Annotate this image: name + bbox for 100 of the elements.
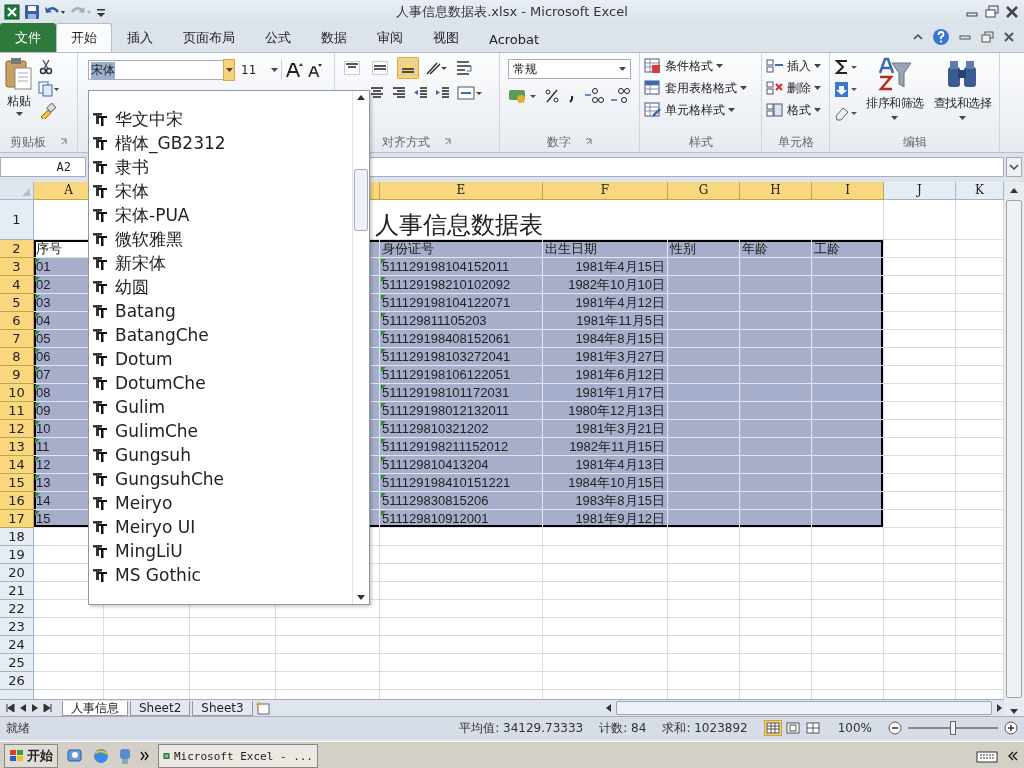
view-button[interactable] — [783, 720, 802, 736]
cell-command-button[interactable]: 删除 — [766, 79, 825, 97]
font-list-item[interactable]: Gulim — [89, 395, 352, 419]
restore-icon[interactable] — [984, 5, 1000, 19]
keyboard-icon[interactable] — [976, 748, 998, 764]
font-list-item[interactable]: Meiryo — [89, 491, 352, 515]
font-list-item[interactable]: Batang — [89, 299, 352, 323]
font-dropdown-button[interactable] — [223, 59, 235, 81]
style-command-button[interactable]: 套用表格格式 — [644, 79, 757, 97]
taskbar-window-button[interactable]: Microsoft Excel - ... — [158, 744, 318, 768]
scroll-left-icon[interactable] — [604, 702, 614, 714]
column-header[interactable]: J — [884, 182, 956, 200]
column-header[interactable]: H — [740, 182, 812, 200]
fill-down-icon[interactable] — [834, 81, 860, 99]
column-header[interactable]: K — [956, 182, 1004, 200]
merge-cells-icon[interactable] — [457, 85, 483, 101]
row-header[interactable]: 16 — [0, 492, 34, 510]
dialog-launcher-icon[interactable] — [444, 138, 452, 146]
font-list-item[interactable]: Gungsuh — [89, 443, 352, 467]
row-header[interactable]: 14 — [0, 456, 34, 474]
sum-icon[interactable] — [834, 59, 860, 75]
view-button[interactable] — [803, 720, 822, 736]
view-button[interactable] — [763, 720, 782, 736]
row-header[interactable]: 24 — [0, 636, 34, 654]
row-header[interactable]: 21 — [0, 582, 34, 600]
sheet-tab[interactable]: Sheet2 — [130, 700, 191, 716]
first-sheet-icon[interactable] — [4, 702, 16, 714]
grow-font-icon[interactable] — [285, 62, 303, 78]
row-header[interactable]: 17 — [0, 510, 34, 528]
decrease-decimal-icon[interactable] — [610, 87, 630, 105]
ribbon-tab[interactable]: 数据 — [306, 23, 362, 52]
row-header[interactable]: 8 — [0, 348, 34, 366]
font-list-item[interactable]: 华文中宋 — [89, 107, 352, 131]
font-list-item[interactable]: 隶书 — [89, 155, 352, 179]
center-align-icon[interactable] — [369, 86, 385, 100]
file-tab[interactable]: 文件 — [0, 23, 56, 52]
ribbon-tab[interactable]: 开始 — [56, 23, 112, 52]
row-header[interactable]: 10 — [0, 384, 34, 402]
row-header[interactable]: 2 — [0, 240, 34, 258]
paste-icon[interactable] — [4, 57, 34, 91]
scroll-up-icon[interactable] — [355, 93, 367, 103]
last-sheet-icon[interactable] — [42, 702, 54, 714]
row-header[interactable]: 12 — [0, 420, 34, 438]
zoom-slider-thumb[interactable] — [950, 721, 956, 735]
excel-logo-icon[interactable] — [4, 4, 20, 20]
font-list-item[interactable]: 宋体-PUA — [89, 203, 352, 227]
row-header[interactable]: 5 — [0, 294, 34, 312]
decrease-indent-icon[interactable] — [413, 86, 429, 100]
zoom-level[interactable]: 100% — [837, 721, 872, 735]
increase-indent-icon[interactable] — [435, 86, 451, 100]
sheet-tab[interactable]: Sheet3 — [192, 700, 253, 716]
ribbon-tab[interactable]: 审阅 — [362, 23, 418, 52]
font-list-item[interactable]: 微软雅黑 — [89, 227, 352, 251]
next-sheet-icon[interactable] — [30, 702, 40, 714]
row-header[interactable]: 7 — [0, 330, 34, 348]
ribbon-tab[interactable]: 公式 — [250, 23, 306, 52]
scroll-thumb[interactable] — [1006, 200, 1022, 698]
close-icon[interactable] — [1004, 5, 1020, 19]
sheet-tab[interactable]: 人事信息 — [62, 700, 128, 716]
ribbon-tab[interactable]: 页面布局 — [168, 23, 250, 52]
vertical-align-button[interactable] — [397, 57, 419, 79]
expand-formula-icon[interactable] — [1006, 157, 1022, 177]
zoom-out-icon[interactable] — [888, 721, 902, 735]
row-header[interactable]: 13 — [0, 438, 34, 456]
scroll-up-icon[interactable] — [1008, 186, 1020, 196]
row-header[interactable]: 19 — [0, 546, 34, 564]
save-icon[interactable] — [24, 4, 40, 20]
row-header[interactable]: 15 — [0, 474, 34, 492]
restore-icon[interactable] — [980, 31, 994, 43]
ribbon-tab[interactable]: 插入 — [112, 23, 168, 52]
format-painter-icon[interactable] — [38, 103, 56, 119]
column-header[interactable]: F — [543, 182, 668, 200]
percent-icon[interactable] — [544, 88, 560, 104]
row-header[interactable]: 6 — [0, 312, 34, 330]
row-header[interactable]: 4 — [0, 276, 34, 294]
font-list-item[interactable]: Dotum — [89, 347, 352, 371]
cell-command-button[interactable]: 插入 — [766, 57, 825, 75]
font-name-field[interactable]: 宋体 — [88, 60, 224, 80]
name-box[interactable]: A2 — [0, 157, 86, 177]
scroll-thumb[interactable] — [354, 169, 368, 231]
number-format-dropdown[interactable]: 常规 — [508, 59, 631, 79]
row-header[interactable]: 20 — [0, 564, 34, 582]
scissors-icon[interactable] — [38, 59, 54, 75]
font-list-item[interactable]: MS Gothic — [89, 563, 352, 587]
column-header[interactable]: E — [380, 182, 543, 200]
text-orientation-icon[interactable] — [425, 60, 449, 76]
wrap-text-icon[interactable] — [455, 59, 473, 77]
font-list-item[interactable]: GungsuhChe — [89, 467, 352, 491]
dialog-launcher-icon[interactable] — [59, 138, 68, 146]
font-list-item[interactable]: DotumChe — [89, 371, 352, 395]
row-header[interactable]: 11 — [0, 402, 34, 420]
close-icon[interactable] — [1002, 31, 1016, 43]
font-list-item[interactable]: 幼圆 — [89, 275, 352, 299]
increase-decimal-icon[interactable] — [584, 87, 604, 105]
ribbon-tab[interactable]: Acrobat — [474, 26, 555, 52]
scroll-thumb[interactable] — [616, 701, 992, 715]
dialog-launcher-icon[interactable] — [584, 138, 593, 146]
column-header[interactable]: I — [812, 182, 884, 200]
row-header[interactable]: 3 — [0, 258, 34, 276]
editing-command-button[interactable]: 查找和选择 — [929, 57, 995, 128]
